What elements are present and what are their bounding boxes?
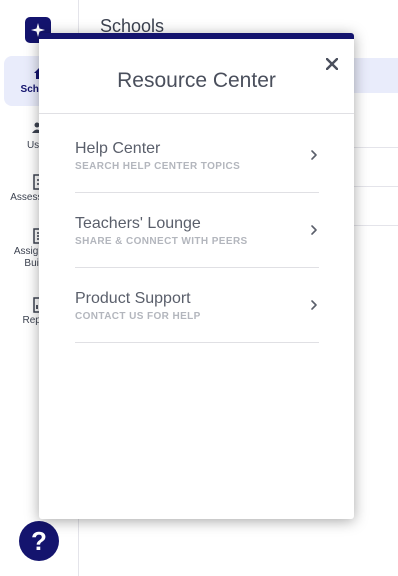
resource-item-subtitle: SHARE & CONNECT WITH PEERS <box>75 236 248 247</box>
resource-center-modal: Resource Center Help Center SEARCH HELP … <box>39 33 354 519</box>
modal-divider <box>39 113 354 114</box>
resource-item-title: Teachers' Lounge <box>75 215 201 232</box>
resource-item-title: Help Center <box>75 140 161 157</box>
help-icon: ? <box>31 525 47 556</box>
resource-item-product-support[interactable]: Product Support CONTACT US FOR HELP <box>75 269 319 343</box>
resource-item-subtitle: SEARCH HELP CENTER TOPICS <box>75 161 241 172</box>
chevron-right-icon <box>311 150 317 160</box>
close-icon <box>326 58 338 70</box>
resource-item-subtitle: CONTACT US FOR HELP <box>75 311 201 322</box>
resource-item-help-center[interactable]: Help Center SEARCH HELP CENTER TOPICS <box>75 119 319 193</box>
resource-item-title: Product Support <box>75 290 191 307</box>
help-button[interactable]: ? <box>19 521 59 561</box>
chevron-right-icon <box>311 225 317 235</box>
resource-item-teachers-lounge[interactable]: Teachers' Lounge SHARE & CONNECT WITH PE… <box>75 194 319 268</box>
chevron-right-icon <box>311 300 317 310</box>
close-button[interactable] <box>321 53 343 75</box>
modal-title: Resource Center <box>117 69 276 92</box>
